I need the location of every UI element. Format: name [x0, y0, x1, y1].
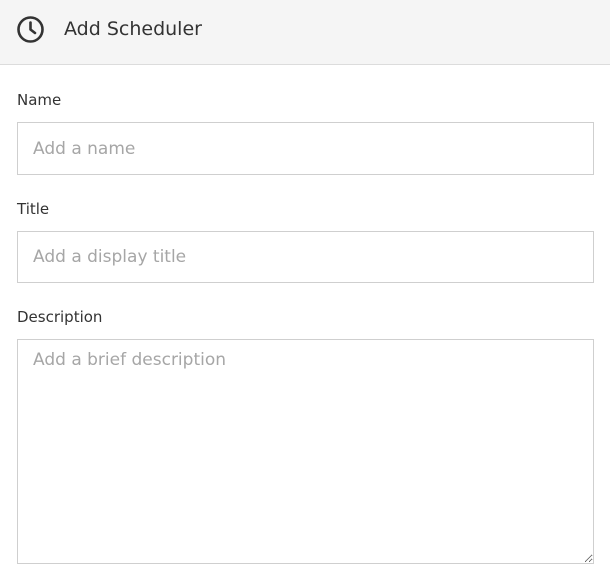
- page-title: Add Scheduler: [64, 18, 202, 40]
- name-field[interactable]: [17, 122, 594, 175]
- description-field[interactable]: [17, 339, 594, 564]
- header-bar: Add Scheduler: [0, 0, 610, 65]
- clock-icon: [17, 16, 44, 43]
- title-field[interactable]: [17, 231, 594, 283]
- name-label: Name: [17, 91, 62, 109]
- title-label: Title: [17, 200, 50, 218]
- description-label: Description: [17, 308, 103, 326]
